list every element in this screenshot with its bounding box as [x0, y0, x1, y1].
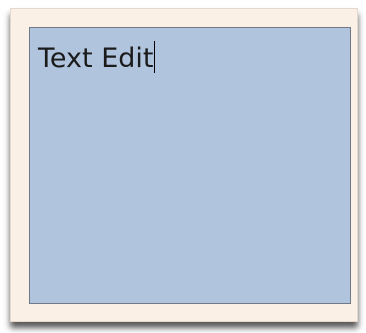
text-edit-field[interactable]: Text Edit — [29, 27, 351, 304]
text-caret — [154, 41, 156, 73]
text-edit-panel: Text Edit — [10, 8, 358, 322]
text-edit-content[interactable]: Text Edit — [38, 41, 156, 76]
text-edit-value: Text Edit — [38, 43, 154, 74]
